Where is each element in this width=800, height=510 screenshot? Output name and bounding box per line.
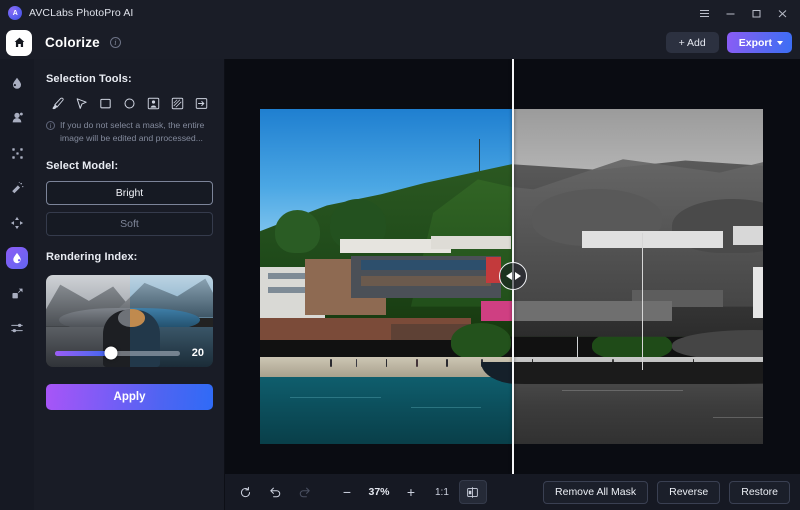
page-title: Colorize — [45, 35, 100, 50]
hint-info-icon: i — [46, 121, 55, 130]
app-logo-icon: A — [8, 6, 22, 20]
info-icon[interactable]: i — [109, 37, 121, 48]
apply-button[interactable]: Apply — [46, 384, 213, 411]
actual-size-button[interactable]: 1:1 — [427, 487, 457, 498]
zoom-level-label: 37% — [368, 486, 390, 498]
hint-text: If you do not select a mask, the entire … — [60, 120, 205, 143]
portrait-retouch-icon — [12, 112, 23, 123]
selection-tools-row — [46, 94, 213, 112]
lasso-tool-icon[interactable] — [72, 94, 90, 112]
four-arrows-icon — [10, 216, 24, 230]
redo-button[interactable] — [291, 480, 319, 504]
ellipse-select-icon[interactable] — [120, 94, 138, 112]
undo-icon — [270, 487, 281, 498]
editor-stage: − 37% + 1:1 Remove All Mask Reverse Rest… — [225, 59, 800, 510]
sliders-icon — [11, 323, 23, 333]
expand-icon — [11, 147, 23, 159]
arrow-left-icon — [505, 272, 512, 280]
settings-panel: Selection Tools: i If you do not select … — [34, 59, 225, 510]
rail-item-retouch[interactable] — [6, 107, 28, 129]
export-label: Export — [738, 36, 772, 49]
selection-tools-label: Selection Tools: — [46, 73, 132, 85]
export-button[interactable]: Export — [726, 32, 792, 53]
zoom-in-button[interactable]: + — [397, 480, 425, 504]
rectangle-select-icon[interactable] — [96, 94, 114, 112]
brush-tool-icon[interactable] — [48, 94, 66, 112]
droplet-icon — [12, 77, 22, 89]
minimize-icon[interactable] — [718, 3, 742, 23]
app-logo-letter: A — [12, 9, 18, 17]
maximize-icon[interactable] — [744, 3, 768, 23]
reverse-button[interactable]: Reverse — [657, 480, 721, 504]
model-option-soft[interactable]: Soft — [46, 212, 213, 237]
rail-item-resize[interactable] — [6, 282, 28, 304]
tool-rail — [0, 59, 34, 510]
import-mask-icon[interactable] — [193, 94, 211, 112]
mask-actions: Remove All Mask Reverse Restore — [543, 480, 790, 504]
split-view-icon — [467, 486, 479, 498]
slider-track[interactable] — [55, 346, 180, 360]
slider-fill — [55, 350, 112, 356]
app-brand: A AVCLabs PhotoPro AI — [8, 6, 133, 20]
rail-item-background[interactable] — [6, 212, 28, 234]
zoom-out-button[interactable]: − — [333, 480, 361, 504]
select-model-label: Select Model: — [46, 160, 119, 173]
compare-split-handle[interactable] — [499, 262, 527, 290]
undo-button[interactable] — [261, 480, 289, 504]
rail-item-colorize[interactable] — [6, 247, 28, 269]
rendering-index-preview: 20 — [46, 275, 213, 368]
image-canvas[interactable] — [225, 59, 800, 474]
slider-handle[interactable] — [104, 346, 118, 360]
texture-select-icon[interactable] — [169, 94, 187, 112]
restore-button[interactable]: Restore — [729, 480, 790, 504]
window-controls — [692, 3, 794, 23]
reset-button[interactable] — [231, 480, 259, 504]
resize-icon — [11, 288, 23, 298]
rendering-index-slider[interactable]: 20 — [46, 346, 213, 360]
app-window: A AVCLabs PhotoPro AI Colorize i + Add E… — [0, 0, 800, 510]
menu-icon[interactable] — [692, 3, 716, 23]
arrow-right-icon — [514, 272, 521, 280]
bottom-toolbar: − 37% + 1:1 Remove All Mask Reverse Rest… — [225, 474, 800, 510]
page-header: Colorize i + Add Export — [0, 26, 800, 59]
redo-icon — [299, 487, 310, 498]
close-icon[interactable] — [770, 3, 794, 23]
rail-item-upscale[interactable] — [6, 142, 28, 164]
color-drop-icon — [13, 252, 21, 264]
header-actions: + Add Export — [665, 32, 792, 53]
add-button[interactable]: + Add — [665, 32, 719, 53]
photo-grayscale-layer — [511, 109, 763, 444]
rail-item-remove[interactable] — [6, 177, 28, 199]
zoom-controls: − 37% + 1:1 — [333, 480, 487, 504]
chevron-down-icon — [777, 40, 783, 45]
home-button[interactable] — [6, 29, 32, 56]
model-option-bright[interactable]: Bright — [46, 181, 213, 206]
reset-icon — [240, 486, 250, 497]
rail-item-adjust[interactable] — [6, 317, 28, 339]
magic-eraser-icon — [12, 181, 24, 194]
rail-item-enhance[interactable] — [6, 72, 28, 94]
remove-all-mask-button[interactable]: Remove All Mask — [543, 480, 649, 504]
rendering-index-label: Rendering Index: — [46, 251, 138, 264]
history-controls — [231, 480, 319, 504]
mask-hint: i If you do not select a mask, the entir… — [46, 119, 213, 144]
rendering-index-value: 20 — [191, 347, 204, 360]
home-icon — [14, 37, 24, 48]
compare-toggle-button[interactable] — [458, 480, 487, 504]
app-title: AVCLabs PhotoPro AI — [29, 7, 134, 19]
title-bar: A AVCLabs PhotoPro AI — [0, 0, 800, 26]
app-body: Selection Tools: i If you do not select … — [0, 59, 800, 510]
subject-select-icon[interactable] — [145, 94, 163, 112]
